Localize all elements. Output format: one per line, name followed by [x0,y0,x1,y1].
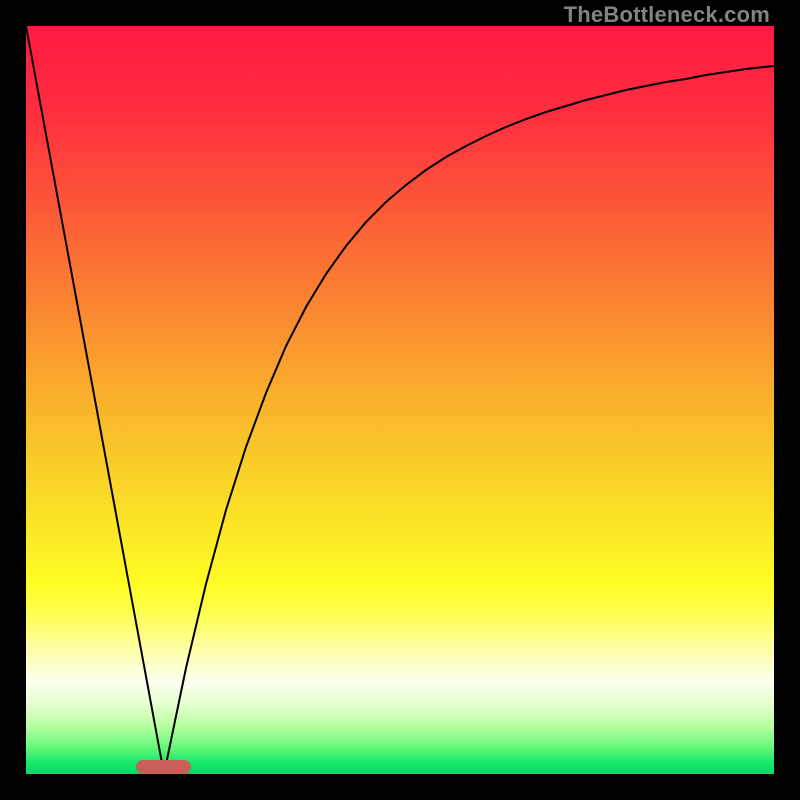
plot-frame [26,26,774,774]
bottleneck-marker [136,760,191,774]
chart-curve [26,26,774,774]
watermark: TheBottleneck.com [564,2,770,28]
